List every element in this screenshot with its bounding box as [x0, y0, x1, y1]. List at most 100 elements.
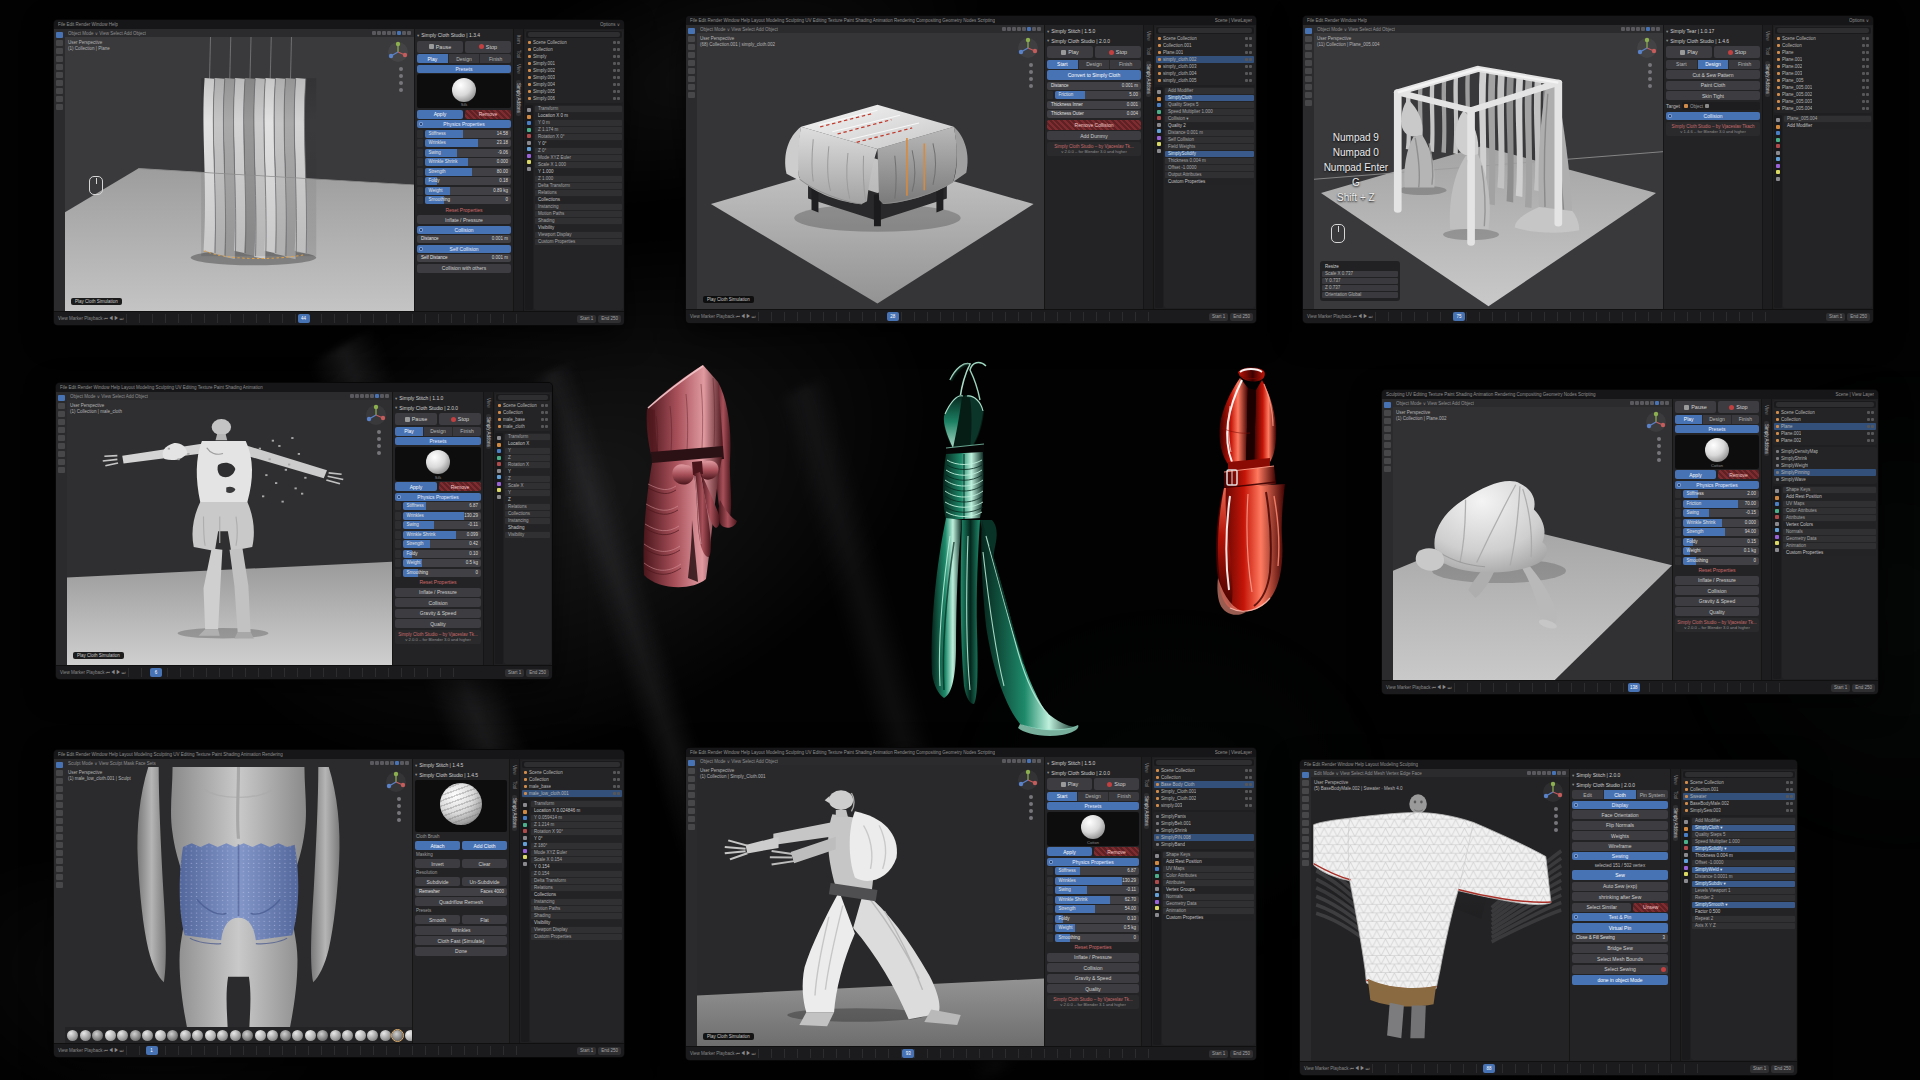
property-row[interactable]: Z 1.000	[535, 176, 622, 182]
sidebar-tab-view[interactable]: View	[1673, 775, 1678, 785]
viewport-header-icon[interactable]	[1532, 771, 1536, 775]
tool-icon[interactable]	[1305, 84, 1312, 90]
pause-play-button[interactable]: Play	[1666, 46, 1712, 58]
tool-icon[interactable]	[58, 467, 65, 473]
slider[interactable]: Stiffness6.87	[1055, 867, 1140, 875]
tool-icon[interactable]	[56, 826, 63, 832]
properties-tab-icon[interactable]	[1155, 906, 1159, 910]
properties-tab-icon[interactable]	[497, 475, 501, 479]
tab-start[interactable]: Start	[1047, 60, 1078, 69]
property-row[interactable]: Y 0.154	[531, 864, 622, 870]
primary-button[interactable]: Sew	[1572, 870, 1668, 880]
properties-tab-icon[interactable]	[1155, 880, 1159, 884]
render-icon[interactable]	[1249, 65, 1252, 68]
slider[interactable]: Stiffness14.58	[425, 130, 512, 138]
tool-icon[interactable]	[56, 786, 63, 792]
properties-tab-icon[interactable]	[1776, 144, 1780, 148]
value-field[interactable]: Thickness Outer0.004	[1047, 110, 1141, 118]
render-icon[interactable]	[617, 62, 620, 65]
visibility-icon[interactable]	[1245, 58, 1248, 61]
visibility-icon[interactable]	[1862, 37, 1865, 40]
preset-preview[interactable]: Cotton	[1675, 435, 1759, 469]
nav-gizmo[interactable]	[386, 40, 410, 68]
visibility-icon[interactable]	[1245, 797, 1248, 800]
render-icon[interactable]	[1249, 790, 1252, 793]
outliner-item[interactable]: Plane.003	[1775, 70, 1871, 77]
render-icon[interactable]	[545, 418, 548, 421]
addon-section-title[interactable]: ▾Simply Cloth Studio | 1.4.5	[415, 771, 507, 779]
properties-tab-icon[interactable]	[1776, 125, 1780, 129]
vertex-group-item[interactable]: SimplyPIN.008	[1154, 834, 1254, 841]
viewport-header-icon[interactable]	[1007, 759, 1011, 763]
render-icon[interactable]	[1249, 79, 1252, 82]
addon-section-title[interactable]: ▾Simply Cloth Studio | 2.0.0	[1572, 781, 1668, 789]
remove-sew-button[interactable]: Unsew	[1633, 903, 1668, 912]
property-row[interactable]: Z 1.174 m	[535, 127, 622, 133]
outliner-search[interactable]	[1158, 28, 1252, 33]
viewport-tool-icon[interactable]	[1029, 816, 1033, 820]
viewport-tool-icon[interactable]	[1554, 828, 1558, 832]
property-row[interactable]: Instancing	[531, 899, 622, 905]
property-row[interactable]: Speed Multiplier 1.000	[1165, 109, 1254, 115]
value-field[interactable]: Distance0.001 m	[417, 235, 511, 243]
sidebar-tab-view[interactable]: View	[1144, 763, 1149, 773]
render-icon[interactable]	[617, 76, 620, 79]
viewport-tool-icon[interactable]	[1657, 451, 1661, 455]
render-icon[interactable]	[1866, 100, 1869, 103]
panel-button[interactable]: Done	[415, 947, 507, 956]
viewport-3d[interactable]: Object Mode ∨ View Select Add Object Use…	[1314, 25, 1663, 309]
tab-design[interactable]: Design	[1078, 792, 1108, 801]
properties-tab-icon[interactable]	[497, 488, 501, 492]
slider[interactable]: Friction5.00	[1055, 91, 1142, 99]
properties-tab-icon[interactable]	[1684, 840, 1688, 844]
slider[interactable]: Weight0.1 kg	[1683, 547, 1760, 555]
tool-icon[interactable]	[58, 411, 65, 417]
viewport-header-icon[interactable]	[387, 31, 391, 35]
property-row[interactable]: Speed Multiplier 1.000	[1692, 839, 1795, 845]
properties-tab-icon[interactable]	[523, 862, 527, 866]
property-row[interactable]: Self Collision	[1165, 137, 1254, 143]
property-row[interactable]: Viewport Display	[535, 232, 622, 238]
panel-button[interactable]: Quadriflow Remesh	[415, 897, 507, 906]
property-row[interactable]: SimplySolidify ▾	[1692, 846, 1795, 852]
tool-icon[interactable]	[688, 776, 695, 782]
visibility-icon[interactable]	[613, 97, 616, 100]
panel-button[interactable]: Collision	[1675, 586, 1759, 595]
preset-preview[interactable]: Silk	[395, 447, 481, 481]
render-icon[interactable]	[1249, 51, 1252, 54]
property-row[interactable]: Collision ▾	[1165, 116, 1254, 122]
panel-button[interactable]: Paint Cloth	[1666, 81, 1760, 90]
tool-icon[interactable]	[56, 32, 63, 38]
outliner-item[interactable]: male_base	[496, 416, 550, 423]
property-row[interactable]: Custom Properties	[1165, 179, 1254, 185]
nav-gizmo[interactable]	[1644, 410, 1668, 438]
panel-button[interactable]: Inflate / Pressure	[1675, 576, 1759, 585]
outliner-item[interactable]: simply.003	[1154, 802, 1254, 809]
render-icon[interactable]	[1871, 418, 1874, 421]
visibility-icon[interactable]	[1867, 425, 1870, 428]
render-icon[interactable]	[545, 404, 548, 407]
brush-thumbnail[interactable]	[367, 1030, 378, 1041]
viewport-header-icon[interactable]	[402, 31, 406, 35]
outliner-item[interactable]: male_base	[522, 783, 622, 790]
nav-gizmo[interactable]	[1541, 780, 1565, 808]
tool-icon[interactable]	[688, 808, 695, 814]
property-row[interactable]: Quality Steps 5	[1692, 832, 1795, 838]
visibility-icon[interactable]	[613, 69, 616, 72]
render-icon[interactable]	[1249, 44, 1252, 47]
outliner-item[interactable]: Simply.001	[526, 60, 622, 67]
render-icon[interactable]	[617, 55, 620, 58]
visibility-icon[interactable]	[1245, 72, 1248, 75]
slider[interactable]: Smoothing0	[403, 569, 482, 577]
properties-tab-icon[interactable]	[527, 128, 531, 132]
panel-button[interactable]: Inflate / Pressure	[417, 215, 511, 224]
viewport-header-icon[interactable]	[1022, 27, 1026, 31]
sidebar-tab-view[interactable]: View	[512, 765, 517, 775]
viewport-3d[interactable]: Sculpt Mode ∨ View Sculpt Mask Face Sets…	[65, 759, 412, 1043]
property-row[interactable]: Y 0.059414 m	[531, 815, 622, 821]
viewport-tool-icon[interactable]	[1554, 814, 1558, 818]
property-row[interactable]: Transform	[531, 801, 622, 807]
sidebar-tab-tool[interactable]: Tool	[1144, 779, 1149, 787]
panel-button[interactable]: Gravity & Speed	[1675, 597, 1759, 606]
property-row[interactable]: Instancing	[505, 518, 550, 524]
